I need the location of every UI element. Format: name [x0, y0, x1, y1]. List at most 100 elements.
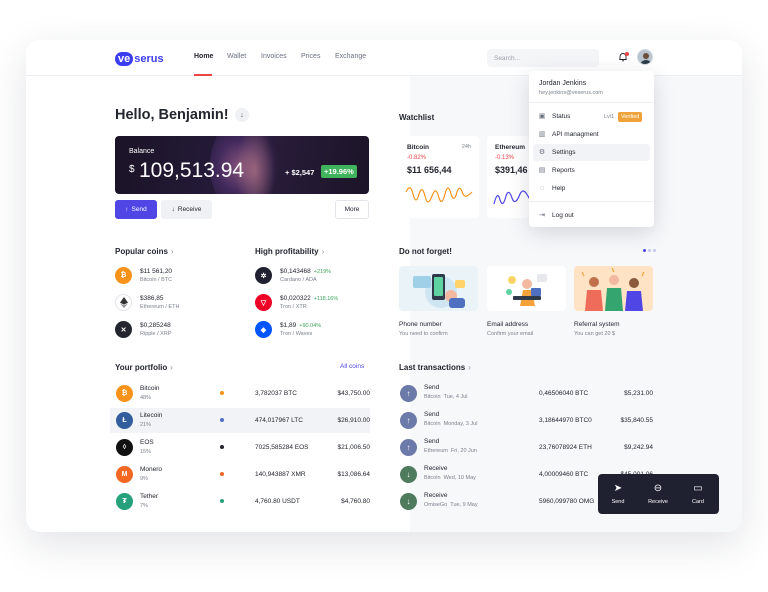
eos-icon: ◊: [116, 439, 133, 456]
tx-usd: $35,840.55: [620, 417, 653, 424]
portfolio-row[interactable]: M Monero 9% 140,943887 XMR $13,086.64: [110, 462, 370, 487]
portfolio-row[interactable]: ₮ Tether 7% 4,760.80 USDT $4,760.80: [110, 489, 370, 514]
notification-dot: [625, 52, 629, 56]
popular-coin-item[interactable]: $386,85 Ethereum / ETH: [115, 294, 179, 311]
arrow-down-icon: ↓: [400, 493, 417, 510]
portfolio-row[interactable]: ◊ EOS 15% 7025,585284 EOS $21,006.50: [110, 435, 370, 460]
profit-coin-item[interactable]: ✲ $0,143468 +219% Cardano / ADA: [255, 267, 331, 284]
coin-value: $0,143468: [280, 268, 311, 275]
coin-amount: 3,782037 BTC: [255, 390, 297, 397]
popular-coin-item[interactable]: ✕ $0,285248 Ripple / XRP: [115, 321, 172, 338]
nav-prices[interactable]: Prices: [301, 53, 320, 60]
tx-date: Wed, 10 May: [443, 475, 476, 481]
send-button[interactable]: ↑ Send: [115, 200, 157, 219]
transaction-row[interactable]: ↑ Send Bitcoin Monday, 3 Jul 3,18644970 …: [399, 408, 653, 433]
app-window: ve serus Home Wallet Invoices Prices Exc…: [26, 40, 742, 532]
portfolio-row[interactable]: Ł Litecoin 21% 474,017967 LTC $26,910.00: [110, 408, 370, 433]
coin-usd: $26,910.00: [337, 417, 370, 424]
coin-share: 48%: [140, 395, 152, 401]
tx-date: Fri, 20 Jun: [450, 448, 477, 454]
menu-item-help[interactable]: ◌ Help: [533, 180, 650, 197]
action-receive[interactable]: ⊖ Receive: [638, 474, 678, 514]
more-button[interactable]: More: [335, 200, 369, 219]
do-not-forget-title: Do not forget!: [399, 247, 452, 256]
greeting-dropdown-button[interactable]: ↓: [235, 108, 249, 122]
coin-value: $386,85: [140, 295, 164, 302]
carousel-dots[interactable]: [643, 249, 656, 252]
tx-usd: $5,231.00: [624, 390, 653, 397]
tx-amount: 5960,099780 OMG: [539, 498, 595, 505]
arrow-up-icon: ↑: [400, 439, 417, 456]
carousel-dot[interactable]: [653, 249, 656, 252]
transaction-row[interactable]: ↑ Send Bitcoin Tue, 4 Jul 0,46506040 BTC…: [399, 381, 653, 406]
tx-type: Receive: [424, 492, 448, 499]
avatar[interactable]: [637, 49, 653, 65]
nav-invoices[interactable]: Invoices: [261, 53, 287, 60]
action-card[interactable]: ▭ Card: [678, 474, 718, 514]
tx-date: Tue, 9 May: [450, 502, 478, 508]
transactions-label: Last transactions: [399, 363, 466, 372]
referral-illustration[interactable]: [574, 266, 653, 311]
floating-action-bar: ➤ Send ⊖ Receive ▭ Card: [598, 474, 719, 514]
arrow-down-icon: ↓: [240, 111, 244, 119]
logo[interactable]: ve serus: [115, 52, 164, 66]
menu-item-status[interactable]: ▣ Status Lvl1 Verified: [533, 108, 650, 125]
menu-item-settings[interactable]: ⚙ Settings: [533, 144, 650, 161]
coin-amount: 140,943887 XMR: [255, 471, 306, 478]
watchlist-card[interactable]: Ethereum -0.13% $391,46: [487, 136, 529, 218]
popular-coin-item[interactable]: ₿ $11 561,20 Bitcoin / BTC: [115, 267, 172, 284]
carousel-dot[interactable]: [643, 249, 646, 252]
profile-dropdown: Jordan Jenkins hey.jenkins@veserus.com ▣…: [529, 71, 654, 227]
coin-pair: Ethereum / ETH: [140, 304, 180, 310]
coin-name: Litecoin: [140, 412, 163, 419]
nav-exchange[interactable]: Exchange: [335, 53, 366, 60]
tether-icon: ₮: [116, 493, 133, 510]
nav-home[interactable]: Home: [194, 53, 213, 60]
popular-coins-title[interactable]: Popular coins ›: [115, 247, 174, 256]
arrow-up-icon: ↑: [400, 412, 417, 429]
transaction-row[interactable]: ↑ Send Ethereum Fri, 20 Jun 23,76078924 …: [399, 435, 653, 460]
portfolio-title[interactable]: Your portfolio ›: [115, 363, 173, 372]
tx-type: Send: [424, 384, 440, 391]
carousel-dot[interactable]: [648, 249, 651, 252]
action-send[interactable]: ➤ Send: [598, 474, 638, 514]
coin-amount: 474,017967 LTC: [255, 417, 303, 424]
ethereum-icon: [115, 294, 132, 311]
coin-share: 21%: [140, 422, 152, 428]
profit-coin-item[interactable]: ◆ $1,89 +90.04% Tron / Waves: [255, 321, 321, 338]
high-profitability-title[interactable]: High profitability ›: [255, 247, 324, 256]
menu-item-api[interactable]: ▥ API managment: [533, 126, 650, 143]
status-icon: ▣: [538, 112, 546, 120]
tx-amount: 3,18644970 BTC0: [539, 417, 592, 424]
receive-button[interactable]: ↓ Receive: [161, 200, 212, 219]
profit-coin-item[interactable]: ▽ $0,020322 +118.16% Tron / XTR: [255, 294, 338, 311]
email-illustration[interactable]: [487, 266, 566, 311]
all-coins-link[interactable]: All coins: [340, 363, 364, 370]
tron-icon: ▽: [255, 294, 272, 311]
transactions-title[interactable]: Last transactions ›: [399, 363, 471, 372]
coin-share: 15%: [140, 449, 152, 455]
coin-amount: 7025,585284 EOS: [255, 444, 309, 451]
chevron-right-icon: ›: [321, 247, 325, 256]
coin-pair: Tron / XTR: [280, 304, 307, 310]
portfolio-row[interactable]: ₿ Bitcoin 48% 3,782037 BTC $43,750.00: [110, 381, 370, 406]
coin-color-dot: [220, 472, 224, 476]
phone-illustration[interactable]: [399, 266, 478, 311]
coin-color-dot: [220, 391, 224, 395]
receive-icon: ⊖: [653, 483, 663, 494]
watchlist-title: Watchlist: [399, 113, 435, 122]
tx-type: Send: [424, 411, 440, 418]
balance-card: Balance $ 109,513.94 + $2,547 +19.96%: [115, 136, 369, 194]
coin-gain: +118.16%: [313, 296, 339, 302]
watch-change: -0.82%: [407, 155, 427, 161]
menu-item-logout[interactable]: ⇥ Log out: [533, 207, 650, 224]
search-input[interactable]: Search...: [487, 49, 599, 67]
watchlist-card[interactable]: Bitcoin 24h -0.82% $11 656,44: [399, 136, 479, 218]
nav-wallet[interactable]: Wallet: [227, 53, 246, 60]
arrow-down-icon: ↓: [171, 206, 175, 213]
menu-item-reports[interactable]: ▤ Reports: [533, 162, 650, 179]
bitcoin-icon: ₿: [115, 267, 132, 284]
watch-period: 24h: [461, 144, 471, 150]
tx-date: Monday, 3 Jul: [443, 421, 478, 427]
coin-value: $0,285248: [140, 322, 171, 329]
